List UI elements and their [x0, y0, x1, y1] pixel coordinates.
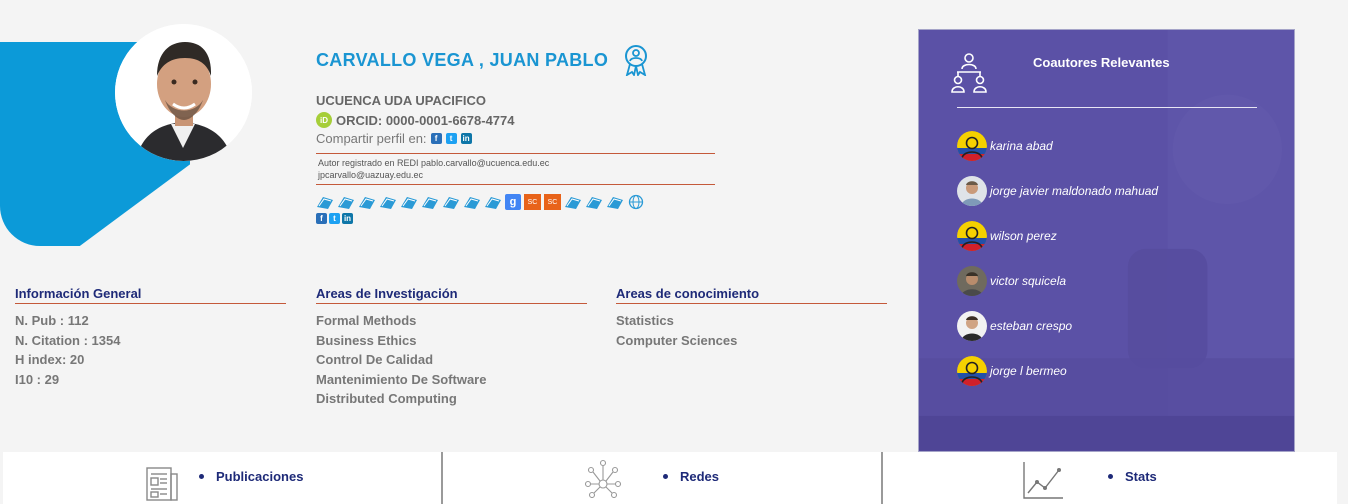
facebook-share-icon[interactable]: f: [430, 133, 442, 144]
coauthor-photo: [957, 310, 987, 341]
research-area-item[interactable]: Business Ethics: [316, 331, 587, 351]
coauthors-title: Coautores Relevantes: [1033, 55, 1170, 70]
profile-header: CARVALLO VEGA , JUAN PABLO UCUENCA UDA U…: [316, 44, 736, 224]
twitter-share-icon[interactable]: t: [445, 133, 457, 144]
research-area-item[interactable]: Formal Methods: [316, 311, 587, 331]
research-area-item[interactable]: Control De Calidad: [316, 350, 587, 370]
section-title: Información General: [15, 286, 286, 304]
coauthor-item[interactable]: esteban crespo: [957, 303, 1158, 348]
default-avatar-icon: [957, 220, 987, 251]
twitter-icon[interactable]: t: [329, 213, 340, 224]
orcid-icon: iD: [316, 112, 332, 128]
research-area-item[interactable]: Distributed Computing: [316, 389, 587, 409]
source-link-icon[interactable]: [585, 194, 603, 210]
coauthor-name[interactable]: karina abad: [990, 139, 1053, 153]
coauthor-name[interactable]: victor squicela: [990, 274, 1066, 288]
source-link-icon[interactable]: [400, 194, 418, 210]
source-link-icon[interactable]: [337, 194, 355, 210]
source-link-icon[interactable]: [564, 194, 582, 210]
stat-citations: N. Citation : 1354: [15, 332, 121, 348]
knowledge-area-item[interactable]: Statistics: [616, 311, 887, 331]
registered-emails-line1: Autor registrado en REDI pablo.carvallo@…: [318, 158, 550, 168]
source-link-icon[interactable]: [484, 194, 502, 210]
coauthor-name[interactable]: wilson perez: [990, 229, 1057, 243]
research-area-item[interactable]: Mantenimiento De Software: [316, 370, 587, 390]
social-links: f t in: [316, 213, 736, 224]
scopus-icon[interactable]: SC: [524, 194, 541, 210]
publications-icon: [146, 467, 178, 501]
default-avatar-icon: [957, 130, 987, 161]
source-link-icon[interactable]: [358, 194, 376, 210]
bottom-tab-bar: Publicaciones Redes Stats: [0, 452, 1348, 504]
team-icon: [951, 53, 987, 93]
section-title: Areas de Investigación: [316, 286, 587, 304]
coauthors-panel: Coautores Relevantes karina abad jorge j…: [918, 29, 1295, 452]
stat-h-index: H index: 20: [15, 352, 85, 367]
coauthor-name[interactable]: jorge javier maldonado mahuad: [990, 184, 1158, 198]
default-avatar-icon: [957, 355, 987, 386]
research-areas-section: Areas de Investigación Formal Methods Bu…: [316, 286, 587, 409]
source-link-icon[interactable]: [316, 194, 334, 210]
tab-publicaciones[interactable]: Publicaciones: [3, 452, 443, 504]
institution-list: UCUENCA UDA UPACIFICO: [316, 93, 486, 108]
registration-info: Autor registrado en REDI pablo.carvallo@…: [316, 153, 715, 185]
coauthor-item[interactable]: jorge javier maldonado mahuad: [957, 168, 1158, 213]
source-link-icon[interactable]: [379, 194, 397, 210]
knowledge-areas-section: Areas de conocimiento Statistics Compute…: [616, 286, 887, 350]
source-link-icon[interactable]: [463, 194, 481, 210]
coauthors-header: Coautores Relevantes: [947, 50, 1294, 94]
coauthor-name[interactable]: jorge l bermeo: [990, 364, 1067, 378]
tab-label[interactable]: Publicaciones: [199, 469, 303, 484]
source-links: g SC SC: [316, 194, 736, 210]
linkedin-icon[interactable]: in: [342, 213, 353, 224]
tab-stats[interactable]: Stats: [883, 452, 1337, 504]
coauthor-list: karina abad jorge javier maldonado mahua…: [957, 123, 1158, 393]
source-link-icon[interactable]: [442, 194, 460, 210]
coauthor-name[interactable]: esteban crespo: [990, 319, 1072, 333]
verified-author-badge-icon: [625, 45, 648, 76]
divider: [957, 107, 1257, 108]
profile-avatar: [115, 24, 252, 161]
source-link-icon[interactable]: [421, 194, 439, 210]
globe-icon[interactable]: [627, 194, 645, 210]
google-scholar-icon[interactable]: g: [505, 194, 521, 210]
section-title: Areas de conocimiento: [616, 286, 887, 304]
coauthor-item[interactable]: victor squicela: [957, 258, 1158, 303]
stat-publications: N. Pub : 112: [15, 313, 89, 328]
source-link-icon[interactable]: [606, 194, 624, 210]
network-icon: [584, 459, 622, 498]
facebook-icon[interactable]: f: [316, 213, 327, 224]
general-info-section: Información General N. Pub : 112 N. Cita…: [15, 286, 286, 389]
share-profile-row: Compartir perfil en: f t in: [316, 131, 736, 146]
registered-emails-line2: jpcarvallo@uazuay.edu.ec: [318, 170, 424, 180]
profile-photo: [115, 24, 252, 161]
linkedin-share-icon[interactable]: in: [460, 133, 472, 144]
orcid-row[interactable]: iD ORCID: 0000-0001-6678-4774: [316, 112, 736, 128]
tab-label[interactable]: Stats: [1108, 469, 1157, 484]
stats-icon: [1023, 462, 1063, 499]
scopus-icon[interactable]: SC: [544, 194, 561, 210]
orcid-id[interactable]: ORCID: 0000-0001-6678-4774: [336, 113, 515, 128]
stat-i10: I10 : 29: [15, 371, 60, 387]
coauthor-item[interactable]: karina abad: [957, 123, 1158, 168]
coauthor-item[interactable]: jorge l bermeo: [957, 348, 1158, 393]
share-label: Compartir perfil en:: [316, 131, 427, 146]
author-name: CARVALLO VEGA , JUAN PABLO: [316, 49, 609, 70]
tab-label[interactable]: Redes: [663, 469, 719, 484]
tab-redes[interactable]: Redes: [443, 452, 883, 504]
coauthor-item[interactable]: wilson perez: [957, 213, 1158, 258]
coauthor-photo: [957, 175, 987, 206]
coauthor-photo: [957, 265, 987, 296]
knowledge-area-item[interactable]: Computer Sciences: [616, 331, 887, 351]
